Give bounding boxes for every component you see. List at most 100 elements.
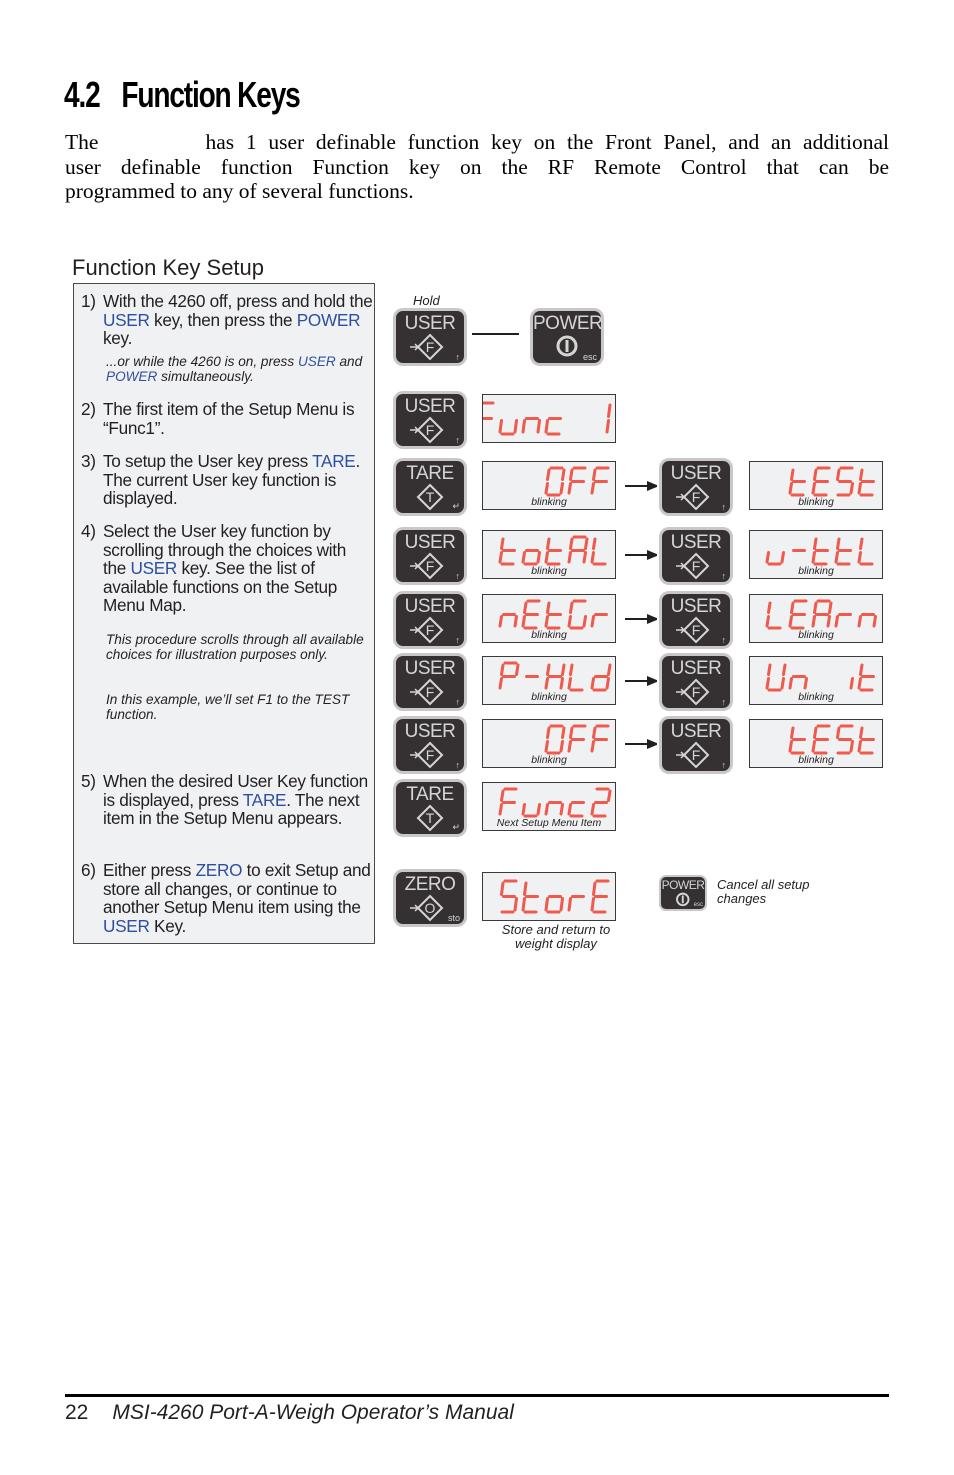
manual-title: MSI-4260 Port-A-Weigh Operator’s Manual — [112, 1401, 514, 1424]
tare-key[interactable]: TARE T ↵ — [396, 782, 464, 834]
segment-f — [767, 663, 772, 676]
segment-e — [590, 551, 595, 564]
segment-f — [813, 726, 818, 739]
svg-text:F: F — [692, 558, 701, 574]
segment-e — [590, 615, 595, 628]
lcd-display: blinking — [482, 530, 616, 579]
zero-key[interactable]: ZERO Osto — [396, 872, 464, 924]
display-caption: blinking — [798, 629, 834, 641]
user-function-icon: F — [410, 416, 444, 444]
segment-c — [849, 482, 854, 495]
key-reference: ZERO — [195, 860, 243, 880]
display-caption: Next Setup Menu Item — [496, 817, 602, 829]
step-6: 6) Either press ZERO to exit Setup and st… — [81, 861, 373, 935]
user-function-icon: F — [410, 678, 444, 706]
segment-f — [500, 789, 505, 802]
power-key[interactable]: POWER esc — [533, 311, 601, 363]
section-heading: 4.2 Function Keys — [64, 74, 301, 116]
power-key[interactable]: POWER esc — [661, 877, 705, 909]
key-sublabel: ↑ — [721, 697, 727, 707]
segment-e — [498, 551, 503, 564]
segment-c — [559, 897, 564, 912]
svg-text:F: F — [692, 489, 701, 505]
segment-e — [857, 677, 862, 690]
svg-text:F: F — [426, 622, 435, 638]
user-key[interactable]: USER F ↑ — [396, 656, 464, 708]
lcd-display: Next Setup Menu Item — [482, 782, 616, 831]
segment-e — [521, 551, 526, 564]
user-function-icon: F — [676, 616, 710, 644]
key-sublabel: ↑ — [721, 502, 727, 512]
segment-e — [544, 897, 549, 912]
segment-c — [559, 740, 564, 753]
segment-e — [857, 551, 862, 564]
lcd-display: blinking — [749, 530, 883, 579]
svg-text:F: F — [426, 422, 435, 438]
segment-e — [857, 740, 862, 753]
step-number: 6) — [81, 860, 96, 880]
display-caption: blinking — [798, 565, 834, 577]
key-sublabel: esc — [582, 352, 597, 362]
segment-e — [567, 803, 572, 816]
segment-f — [790, 468, 795, 481]
page-number: 22 — [65, 1401, 89, 1424]
user-key[interactable]: USER F ↑ — [396, 530, 464, 582]
segment-f — [836, 726, 841, 739]
step-number: 5) — [81, 771, 96, 791]
segment-c — [803, 677, 808, 690]
user-key[interactable]: USER F ↑ — [662, 656, 730, 708]
segment-f — [569, 537, 574, 550]
segment-b — [561, 468, 566, 481]
key-sublabel: ↑ — [455, 697, 461, 707]
segment-e — [567, 482, 572, 495]
tare-key[interactable]: TARE T ↵ — [396, 461, 464, 513]
note-illustration: This procedure scrolls through all avail… — [106, 632, 364, 663]
segment-f — [523, 601, 528, 614]
segment-c — [582, 551, 587, 564]
step-number: 4) — [81, 521, 96, 541]
segment-c — [849, 740, 854, 753]
segment-e — [521, 615, 526, 628]
key-sublabel: ↑ — [455, 760, 461, 770]
user-function-icon: F — [676, 552, 710, 580]
segment-c — [513, 419, 518, 434]
segment-e — [788, 615, 793, 628]
display-caption: blinking — [798, 754, 834, 766]
user-key[interactable]: USER F ↑ — [662, 461, 730, 513]
user-key[interactable]: USER F ↑ — [662, 594, 730, 646]
step-number: 1) — [81, 291, 96, 311]
seven-segment-readout — [483, 401, 612, 436]
segment-f — [592, 881, 597, 896]
user-key[interactable]: USER F ↑ — [396, 719, 464, 771]
section-number: 4.2 — [64, 74, 101, 115]
user-function-icon: F — [410, 552, 444, 580]
segment-e — [544, 482, 549, 495]
user-key[interactable]: USER F ↑ — [396, 594, 464, 646]
step-number: 2) — [81, 399, 96, 419]
segment-f — [546, 726, 551, 739]
segment-e — [544, 677, 549, 690]
cancel-caption: Cancel all setup changes — [717, 877, 810, 906]
segment-e — [788, 482, 793, 495]
user-key[interactable]: USER F ↑ — [662, 530, 730, 582]
segment-e — [521, 897, 526, 912]
segment-e — [567, 551, 572, 564]
user-function-icon: F — [676, 483, 710, 511]
segment-c — [536, 419, 541, 434]
segment-e — [590, 803, 595, 816]
segment-f — [569, 468, 574, 481]
segment-e — [544, 419, 549, 434]
user-key[interactable]: USER F ↑ — [662, 719, 730, 771]
user-key[interactable]: USER F ↑ — [396, 311, 464, 363]
user-key[interactable]: USER F ↑ — [396, 394, 464, 446]
svg-text:F: F — [692, 747, 701, 763]
segment-f — [859, 663, 864, 676]
key-reference: TARE — [242, 789, 287, 810]
svg-text:T: T — [426, 489, 435, 505]
step-2: 2) The first item of the Setup Menu is “F… — [81, 400, 373, 437]
segment-f — [546, 537, 551, 550]
segment-c — [605, 677, 610, 690]
key-sublabel: esc — [693, 902, 703, 908]
segment-e — [811, 482, 816, 495]
segment-e — [788, 677, 793, 690]
